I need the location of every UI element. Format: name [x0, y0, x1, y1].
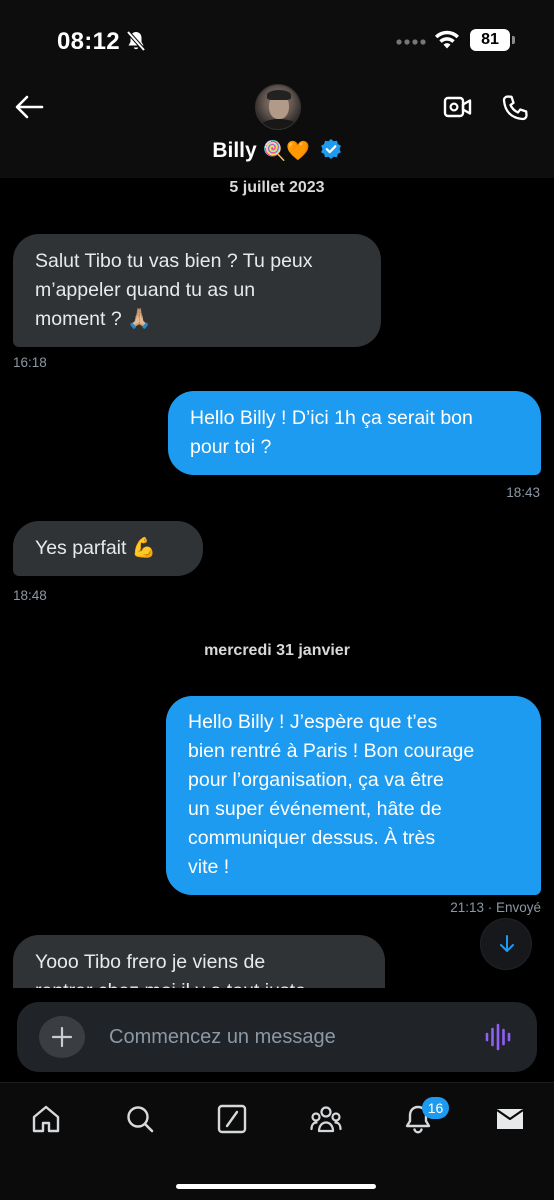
conversation-header: Billy 🍭🧡 — [0, 80, 554, 178]
voice-message-icon[interactable] — [483, 1022, 513, 1052]
avatar[interactable] — [255, 84, 301, 130]
grok-icon[interactable] — [216, 1103, 248, 1135]
message-composer — [17, 1002, 537, 1072]
date-separator: mercredi 31 janvier — [204, 642, 350, 659]
outgoing-message[interactable]: Hello Billy ! J’espère que t’es bien ren… — [166, 696, 541, 895]
messages-icon[interactable] — [494, 1103, 526, 1135]
contact-name: Billy — [212, 139, 257, 162]
notifications-badge: 16 — [422, 1097, 449, 1119]
outgoing-message[interactable]: Hello Billy ! D’ici 1h ça serait bon pou… — [168, 391, 541, 475]
date-separator: 5 juillet 2023 — [229, 179, 325, 196]
message-input[interactable] — [109, 1022, 469, 1052]
wifi-icon — [435, 30, 459, 49]
add-media-button[interactable] — [39, 1016, 85, 1058]
communities-icon[interactable] — [310, 1103, 342, 1135]
message-timestamp: 16:18 — [13, 355, 47, 370]
arrow-down-icon — [500, 935, 514, 952]
plus-icon — [51, 1026, 73, 1048]
home-indicator — [176, 1184, 376, 1189]
video-call-icon[interactable] — [443, 94, 473, 120]
status-bar: 08:12 81 — [0, 0, 554, 80]
message-status: 21:13 · Envoyé — [450, 900, 541, 915]
search-icon[interactable] — [124, 1103, 156, 1135]
contact-name-emojis: 🍭🧡 — [262, 141, 310, 162]
bell-muted-icon — [126, 30, 146, 52]
verified-badge-icon — [320, 139, 341, 159]
signal-icon — [396, 39, 426, 45]
contact-name-row[interactable]: Billy 🍭🧡 — [0, 138, 554, 163]
message-timestamp: 18:48 — [13, 588, 47, 603]
bottom-navigation: 16 — [0, 1082, 554, 1200]
status-time: 08:12 — [57, 28, 120, 55]
incoming-message[interactable]: Yes parfait 💪 — [13, 521, 203, 576]
incoming-message[interactable]: Salut Tibo tu vas bien ? Tu peux m’appel… — [13, 234, 381, 347]
home-icon[interactable] — [30, 1103, 62, 1135]
battery-indicator: 81 — [470, 29, 515, 51]
back-arrow-icon[interactable] — [14, 94, 44, 120]
incoming-message[interactable]: Yooo Tibo frero je viens de rentrer chez… — [13, 935, 385, 995]
phone-call-icon[interactable] — [500, 93, 530, 123]
message-timestamp: 18:43 — [506, 485, 540, 500]
scroll-to-bottom-button[interactable] — [480, 918, 532, 970]
